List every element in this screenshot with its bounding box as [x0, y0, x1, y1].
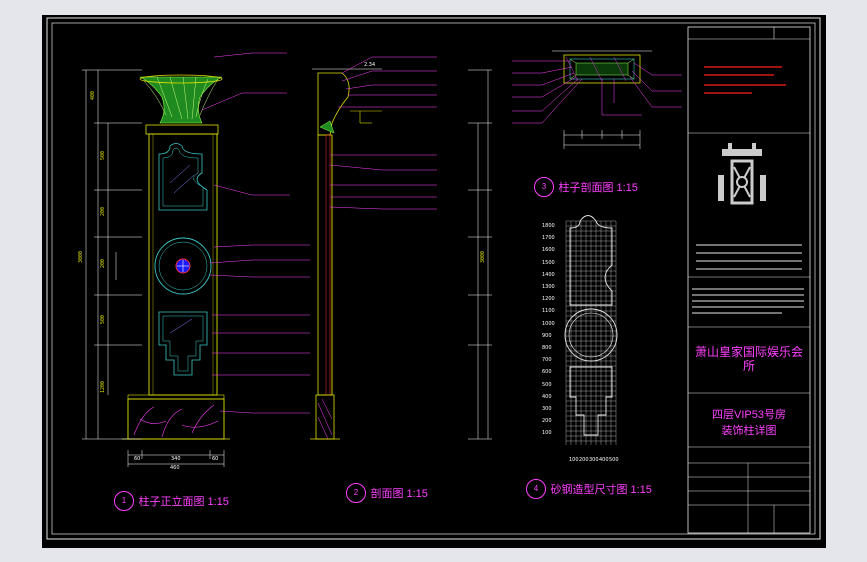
section-dim-top: 2.34	[364, 62, 376, 68]
steel-template-view	[564, 215, 618, 445]
column-section-number: 3	[534, 177, 554, 197]
elev-dim-bottom-2: 340	[171, 456, 181, 462]
template-col-label: 200	[579, 457, 589, 463]
project-name: 萧山皇家国际娱乐会所	[694, 345, 803, 373]
drawing-name-line-1: 四层VIP53号房	[712, 409, 786, 421]
template-row-label: 1200	[542, 296, 555, 303]
template-row-label: 1000	[542, 320, 555, 327]
column-section-view	[512, 50, 682, 149]
drawing-canvas	[46, 17, 821, 540]
template-row-label: 1600	[542, 247, 555, 254]
elev-dim-bottom-total: 460	[170, 465, 180, 471]
template-row-label: 700	[542, 357, 552, 364]
section-title: 2 剖面图 1:15	[346, 483, 428, 503]
template-row-label: 200	[542, 418, 552, 425]
template-col-label: 300	[589, 457, 599, 463]
template-row-label: 1500	[542, 259, 555, 266]
template-row-label: 300	[542, 406, 552, 412]
template-row-label: 1800	[542, 223, 555, 229]
elev-dim-left-3: 200	[100, 207, 106, 217]
template-row-label: 1100	[542, 308, 555, 315]
elevation-title: 1 柱子正立面图 1:15	[114, 491, 229, 511]
template-row-label: 600	[542, 369, 552, 376]
elev-dim-bottom-1: 60	[134, 456, 141, 462]
template-row-label: 500	[542, 381, 552, 388]
elevation-number: 1	[114, 491, 134, 511]
elevation-title-text: 柱子正立面图 1:15	[138, 496, 229, 508]
column-section-title-text: 柱子剖面图 1:15	[558, 182, 638, 194]
steel-template-number: 4	[526, 479, 546, 499]
elev-dim-left-5: 500	[100, 315, 106, 325]
elev-dim-left-1: 400	[90, 91, 96, 101]
template-row-label: 800	[542, 345, 552, 351]
elev-dim-left-4: 200	[100, 259, 106, 269]
column-section-title: 3 柱子剖面图 1:15	[534, 177, 638, 197]
template-row-label: 900	[542, 332, 552, 339]
template-col-label: 400	[599, 457, 609, 463]
cad-drawing-sheet[interactable]: 1 柱子正立面图 1:15 2 剖面图 1:15 3 柱子剖面图 1:15 4 …	[42, 15, 826, 548]
elev-dim-left-2: 500	[100, 151, 106, 161]
section-dim-total: 3000	[480, 251, 486, 264]
template-row-label: 400	[542, 393, 552, 400]
template-col-label: 100	[569, 457, 579, 463]
section-view	[310, 56, 492, 440]
elev-dim-bottom-3: 60	[212, 456, 219, 462]
section-title-text: 剖面图 1:15	[370, 488, 428, 500]
steel-template-title: 4 砂钢造型尺寸图 1:15	[526, 479, 652, 499]
template-row-label: 100	[542, 430, 552, 437]
steel-template-title-text: 砂钢造型尺寸图 1:15	[550, 484, 652, 496]
elev-dim-left-6: 1200	[100, 381, 106, 394]
template-row-label: 1700	[542, 235, 555, 242]
elev-dim-total: 3000	[78, 251, 84, 264]
template-row-label: 1400	[542, 271, 555, 278]
elevation-view	[82, 52, 310, 467]
drawing-name-line-2: 装饰柱详图	[721, 425, 777, 437]
title-block	[687, 26, 811, 534]
template-col-label: 500	[609, 457, 619, 463]
section-number: 2	[346, 483, 366, 503]
template-row-label: 1300	[542, 284, 555, 290]
